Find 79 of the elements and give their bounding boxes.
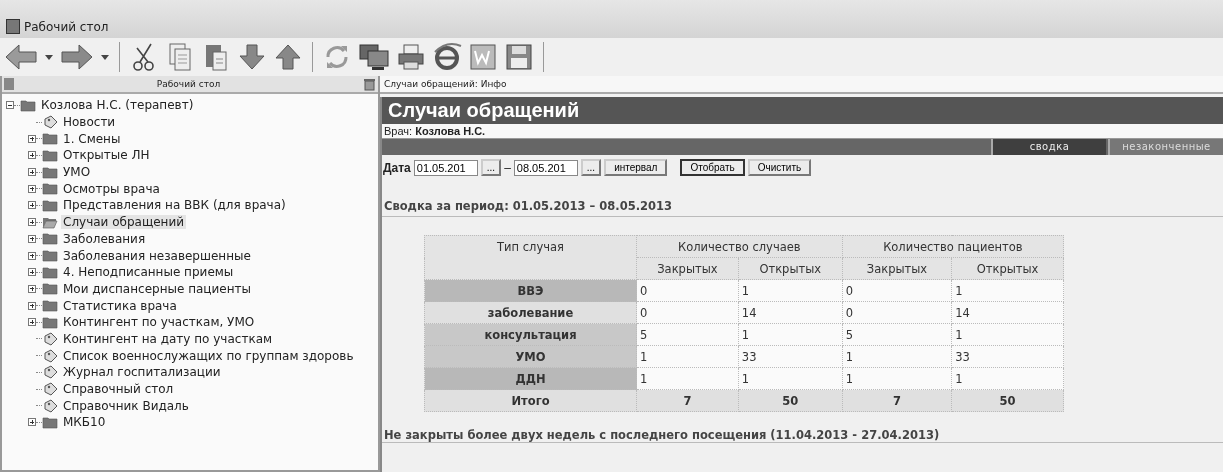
tree-item[interactable]: Контингент на дату по участкам [61, 331, 275, 346]
save-icon[interactable] [504, 42, 534, 72]
section-title: Сводка за период: 01.05.2013 – 08.05.2013 [382, 199, 1223, 217]
tag-icon [42, 398, 58, 413]
tree-item[interactable]: Справочный стол [61, 382, 176, 397]
tree-item[interactable]: Козлова Н.С. (терапевт) [39, 98, 196, 113]
interval-button[interactable]: интервал [604, 159, 668, 176]
expand-icon[interactable] [28, 418, 36, 427]
forward-arrow-icon[interactable] [60, 42, 94, 72]
printer-icon[interactable] [396, 42, 426, 72]
expand-icon[interactable] [28, 284, 36, 293]
tree-item[interactable]: 1. Смены [61, 131, 123, 146]
doctor-name: Козлова Н.С. [415, 125, 486, 137]
tree-item[interactable]: Новости [61, 115, 118, 130]
tree-item[interactable]: 4. Неподписанные приемы [61, 265, 236, 280]
tag-icon [42, 365, 58, 380]
expand-icon[interactable] [28, 184, 36, 193]
expand-icon[interactable] [28, 301, 36, 310]
expand-icon[interactable] [28, 168, 36, 177]
row-header: ВВЭ [424, 279, 637, 302]
clear-button[interactable]: Очистить [747, 159, 812, 176]
column-header: Количество случаев [636, 235, 843, 258]
tree-item[interactable]: Мои диспансерные пациенты [61, 281, 254, 296]
tree-item[interactable]: УМО [61, 165, 93, 180]
tree-item[interactable]: МКБ10 [61, 415, 108, 430]
app-icon [6, 19, 20, 34]
globe-icon[interactable] [432, 42, 462, 72]
calendar-button[interactable]: ... [480, 159, 502, 176]
back-arrow-icon[interactable] [4, 42, 38, 72]
tree-item[interactable]: Статистика врача [61, 298, 179, 313]
window-title: Рабочий стол [24, 20, 109, 34]
bin-icon[interactable] [363, 77, 376, 91]
down-arrow-icon[interactable] [237, 42, 267, 72]
section-title: Не закрыты более двух недель с последнего посещения (11.04.2013 - 27.04.2013) [382, 428, 1223, 443]
tree-item[interactable]: Осмотры врача [61, 181, 162, 196]
calendar-button[interactable]: ... [580, 159, 602, 176]
row-header: заболевание [424, 301, 637, 324]
tree-item[interactable]: Заболевания [61, 231, 148, 246]
apply-button[interactable]: Отобрать [680, 159, 745, 176]
row-header: консультация [424, 323, 637, 346]
panel-title: Рабочий стол [155, 79, 222, 89]
tag-icon [42, 348, 58, 363]
row-header: Итого [424, 389, 637, 412]
panel-icon [4, 78, 14, 90]
expand-icon[interactable] [28, 318, 36, 327]
dash: – [504, 160, 511, 175]
doctor-label: Врач: [384, 125, 413, 137]
document-icon[interactable] [468, 42, 498, 72]
expand-icon[interactable] [28, 251, 36, 260]
date-field[interactable]: 01.05.201 [413, 159, 478, 176]
tag-icon [42, 331, 58, 346]
tree-item[interactable]: Случаи обращений [61, 215, 187, 230]
up-arrow-icon[interactable] [273, 42, 303, 72]
row-header: УМО [424, 345, 637, 368]
collapse-icon[interactable] [6, 101, 14, 110]
column-header: Тип случая [424, 235, 637, 280]
expand-icon[interactable] [28, 134, 36, 143]
row-header: ДДН [424, 367, 637, 390]
expand-icon[interactable] [28, 218, 36, 227]
monitors-icon[interactable] [358, 42, 390, 72]
tab[interactable]: сводка [991, 139, 1106, 155]
tag-icon [42, 382, 58, 397]
tree-item[interactable]: Журнал госпитализации [61, 365, 223, 380]
tree-item[interactable]: Заболевания незавершенные [61, 248, 253, 263]
tree-item[interactable]: Представления на ВВК (для врача) [61, 198, 288, 213]
expand-icon[interactable] [28, 234, 36, 243]
expand-icon[interactable] [28, 268, 36, 277]
tree-item[interactable]: Справочник Видаль [61, 398, 191, 413]
tag-icon [42, 115, 58, 130]
expand-icon[interactable] [28, 201, 36, 210]
date-label: Дата [383, 160, 411, 175]
expand-icon[interactable] [28, 151, 36, 160]
date-field[interactable]: 08.05.201 [513, 159, 578, 176]
page-heading: Случаи обращений [382, 97, 1223, 124]
column-header: Количество пациентов [842, 235, 1064, 258]
tree-item[interactable]: Открытые ЛН [61, 148, 152, 163]
tree-item[interactable]: Контингент по участкам, УМО [61, 315, 257, 330]
tree-item[interactable]: Список военнослужащих по группам здоровь [61, 348, 356, 363]
panel-title: Случаи обращений: Инфо [380, 76, 1223, 94]
